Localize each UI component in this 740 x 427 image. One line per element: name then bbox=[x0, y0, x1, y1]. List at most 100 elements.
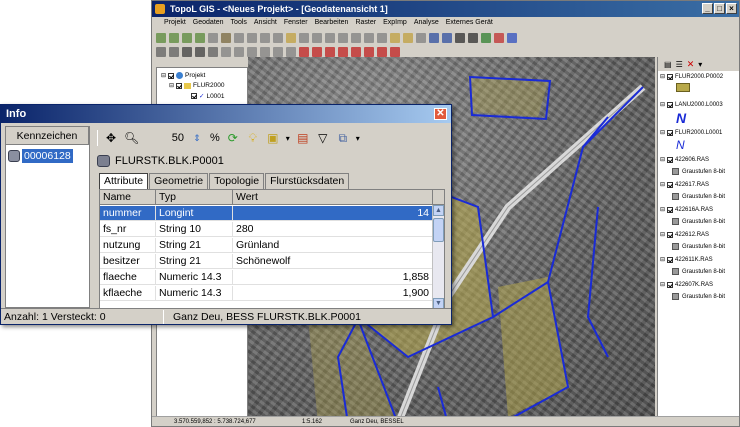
zoom-icon[interactable]: 🔍︎ bbox=[124, 131, 139, 145]
cell-value[interactable]: 1,858 bbox=[233, 270, 433, 284]
menu-item[interactable]: Analyse bbox=[414, 17, 439, 29]
legend-menu-icon[interactable]: ▾ bbox=[698, 60, 702, 69]
layer-visibility-checkbox[interactable] bbox=[667, 129, 674, 136]
toolbar-button-icon[interactable] bbox=[208, 33, 218, 43]
kennzeichen-item[interactable]: 00006128 bbox=[8, 148, 73, 163]
toolbar-button-icon[interactable] bbox=[273, 47, 283, 57]
expand-icon[interactable]: ⊟ bbox=[169, 82, 174, 89]
minimize-button[interactable]: _ bbox=[702, 3, 713, 14]
table-row[interactable]: besitzer String 21 Schönewolf bbox=[100, 254, 433, 269]
toolbar-button-icon[interactable] bbox=[299, 47, 309, 57]
scroll-up-icon[interactable]: ▲ bbox=[433, 205, 444, 216]
toolbar-button-icon[interactable] bbox=[390, 33, 400, 43]
toolbar-button-icon[interactable] bbox=[364, 33, 374, 43]
toolbar-button-icon[interactable] bbox=[195, 33, 205, 43]
menu-item[interactable]: Projekt bbox=[164, 17, 186, 29]
column-header-type[interactable]: Typ bbox=[156, 190, 233, 204]
toolbar-button-icon[interactable] bbox=[403, 33, 413, 43]
toolbar-button-icon[interactable] bbox=[442, 33, 452, 43]
table-row[interactable]: nutzung String 21 Grünland bbox=[100, 238, 433, 253]
menu-item[interactable]: Tools bbox=[231, 17, 247, 29]
pan-icon[interactable]: ✥ bbox=[104, 131, 118, 145]
layer-visibility-checkbox[interactable] bbox=[667, 181, 674, 188]
maximize-button[interactable]: □ bbox=[714, 3, 725, 14]
toolbar-button-icon[interactable] bbox=[260, 33, 270, 43]
toolbar-button-icon[interactable] bbox=[507, 33, 517, 43]
toolbar-button-icon[interactable] bbox=[338, 33, 348, 43]
column-header-name[interactable]: Name bbox=[100, 190, 156, 204]
layer-visibility-checkbox[interactable] bbox=[667, 281, 674, 288]
toolbar-button-icon[interactable] bbox=[494, 33, 504, 43]
legend-layer-item[interactable]: ⊟ 422612.RAS bbox=[660, 231, 709, 238]
zoom-spinner-icon[interactable]: ⇕ bbox=[190, 131, 204, 145]
close-button[interactable]: × bbox=[726, 3, 737, 14]
cell-value[interactable]: 1,900 bbox=[233, 286, 433, 300]
toolbar-button-icon[interactable] bbox=[169, 33, 179, 43]
tab-topologie[interactable]: Topologie bbox=[209, 173, 265, 189]
toolbar-button-icon[interactable] bbox=[260, 47, 270, 57]
table-row[interactable]: nummer Longint 14 bbox=[100, 206, 433, 221]
toolbar-button-icon[interactable] bbox=[325, 33, 335, 43]
legend-list-icon[interactable]: ▤ bbox=[664, 60, 672, 69]
toolbar-button-icon[interactable] bbox=[247, 33, 257, 43]
tree-item-l0001[interactable]: ✓ L0001 bbox=[191, 92, 225, 100]
layer-visibility-checkbox[interactable] bbox=[667, 156, 674, 163]
cell-value[interactable]: 14 bbox=[233, 206, 433, 220]
toolbar-button-icon[interactable] bbox=[338, 47, 348, 57]
toolbar-button-icon[interactable] bbox=[247, 47, 257, 57]
tree-item-flur2000[interactable]: ⊟ FLUR2000 bbox=[169, 82, 224, 89]
collapse-icon[interactable]: ⊟ bbox=[660, 181, 665, 188]
collapse-icon[interactable]: ⊟ bbox=[660, 231, 665, 238]
toolbar-button-icon[interactable] bbox=[364, 47, 374, 57]
legend-layer-item[interactable]: ⊟ 422616A.RAS bbox=[660, 206, 713, 213]
toolbar-button-icon[interactable] bbox=[234, 33, 244, 43]
toolbar-button-icon[interactable] bbox=[312, 47, 322, 57]
collapse-icon[interactable]: ⊟ bbox=[660, 256, 665, 263]
layer-visibility-checkbox[interactable] bbox=[667, 73, 674, 80]
toolbar-button-icon[interactable] bbox=[286, 47, 296, 57]
cell-value[interactable]: 280 bbox=[233, 222, 433, 236]
collapse-icon[interactable]: ⊟ bbox=[660, 156, 665, 163]
select-icon[interactable]: ▤ bbox=[296, 131, 310, 145]
collapse-icon[interactable]: ⊟ bbox=[660, 281, 665, 288]
menu-item[interactable]: Raster bbox=[355, 17, 376, 29]
tab-flurstuecksdaten[interactable]: Flurstücksdaten bbox=[265, 173, 350, 189]
table-row[interactable]: fs_nr String 10 280 bbox=[100, 222, 433, 237]
checkbox-icon[interactable] bbox=[168, 72, 175, 79]
legend-layer-item[interactable]: ⊟ 422611K.RAS bbox=[660, 256, 713, 263]
checkbox-icon[interactable] bbox=[176, 82, 183, 89]
toolbar-button-icon[interactable] bbox=[221, 33, 231, 43]
layer-visibility-checkbox[interactable] bbox=[667, 256, 674, 263]
table-row[interactable]: kflaeche Numeric 14.3 1,900 bbox=[100, 286, 433, 301]
highlight-dropdown-icon[interactable]: ▾ bbox=[286, 134, 290, 143]
menu-item[interactable]: Bearbeiten bbox=[315, 17, 349, 29]
filter-icon[interactable]: ▽ bbox=[316, 131, 330, 145]
toolbar-button-icon[interactable] bbox=[208, 47, 218, 57]
menu-item[interactable]: Externes Gerät bbox=[446, 17, 493, 29]
legend-layer-item[interactable]: ⊟ FLUR2000.L0001 bbox=[660, 129, 722, 136]
copy-dropdown-icon[interactable]: ▾ bbox=[356, 134, 360, 143]
toolbar-button-icon[interactable] bbox=[286, 33, 296, 43]
lightbulb-icon[interactable]: 💡︎ bbox=[246, 131, 260, 145]
toolbar-button-icon[interactable] bbox=[195, 47, 205, 57]
toolbar-button-icon[interactable] bbox=[169, 47, 179, 57]
collapse-icon[interactable]: ⊟ bbox=[660, 73, 665, 80]
toolbar-button-icon[interactable] bbox=[351, 33, 361, 43]
info-close-button[interactable]: ✕ bbox=[434, 108, 447, 120]
toolbar-button-icon[interactable] bbox=[351, 47, 361, 57]
toolbar-button-icon[interactable] bbox=[156, 33, 166, 43]
toolbar-button-icon[interactable] bbox=[182, 47, 192, 57]
collapse-icon[interactable]: ⊟ bbox=[660, 129, 665, 136]
legend-layer-item[interactable]: ⊟ LANU2000.L0003 bbox=[660, 101, 723, 108]
table-scrollbar[interactable]: ▲ ▼ bbox=[432, 205, 444, 308]
toolbar-button-icon[interactable] bbox=[299, 33, 309, 43]
toolbar-button-icon[interactable] bbox=[481, 33, 491, 43]
toolbar-button-icon[interactable] bbox=[312, 33, 322, 43]
cell-value[interactable]: Grünland bbox=[233, 238, 433, 252]
toolbar-button-icon[interactable] bbox=[182, 33, 192, 43]
info-title-bar[interactable]: Info ✕ bbox=[1, 105, 451, 123]
legend-layer-item[interactable]: ⊟ FLUR2000.P0002 bbox=[660, 73, 723, 80]
toolbar-button-icon[interactable] bbox=[377, 33, 387, 43]
collapse-icon[interactable]: ⊟ bbox=[660, 101, 665, 108]
toolbar-button-icon[interactable] bbox=[416, 33, 426, 43]
